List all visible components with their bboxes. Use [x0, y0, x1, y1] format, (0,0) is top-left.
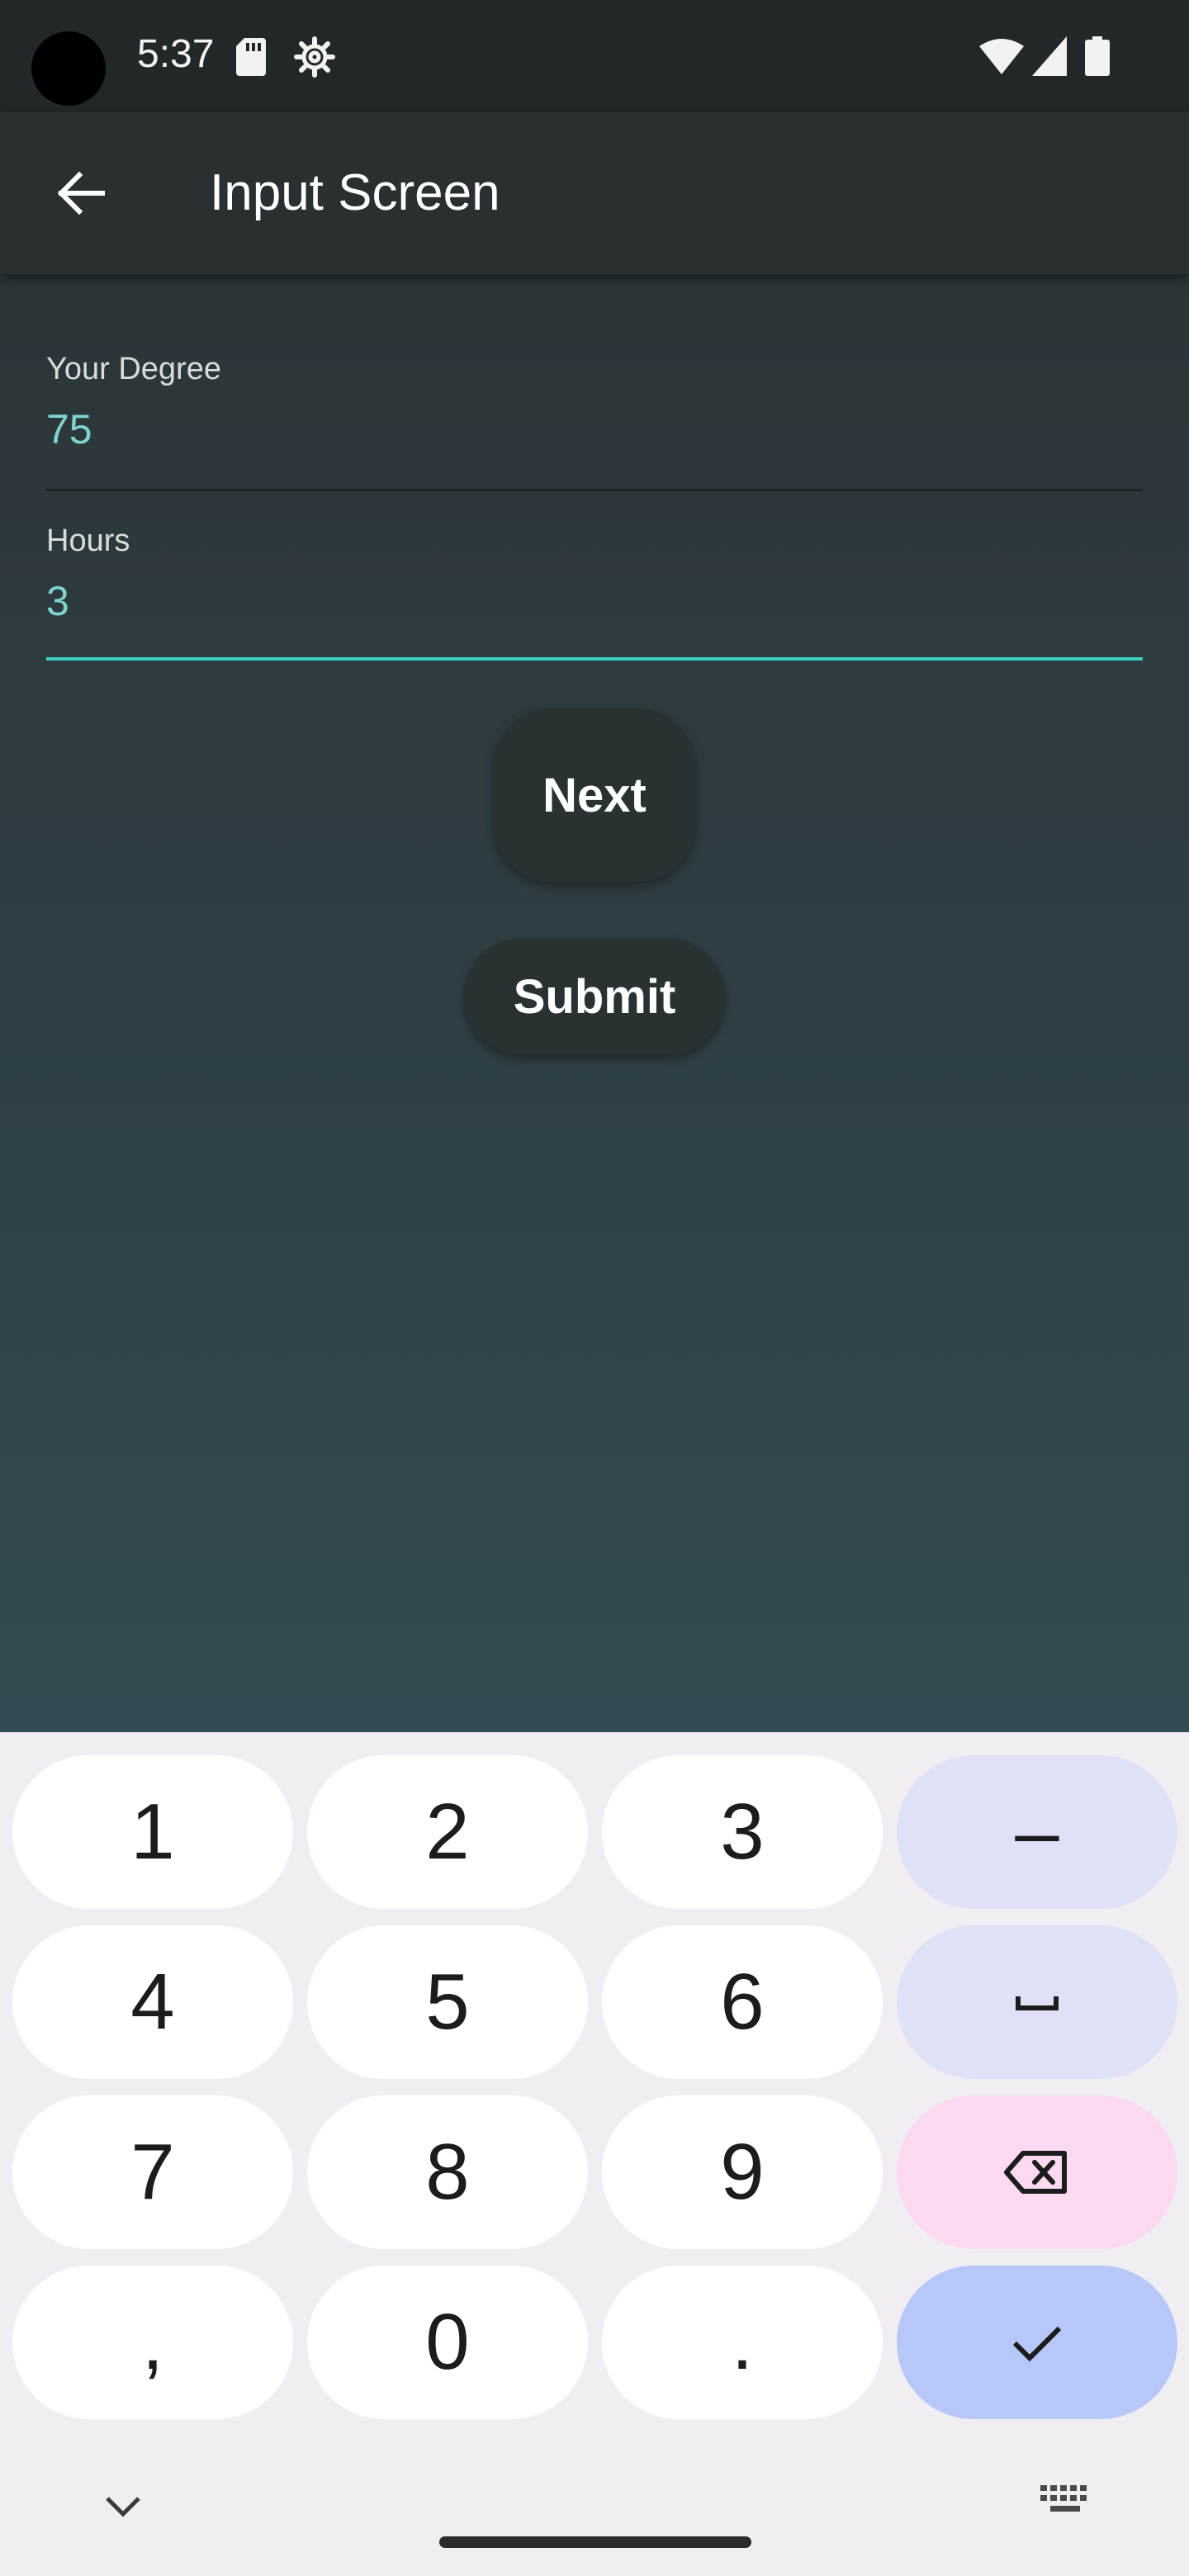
sd-card-icon	[236, 38, 266, 76]
key-comma[interactable]: ,	[12, 2266, 293, 2419]
key-1[interactable]: 1	[12, 1755, 293, 1909]
key-6[interactable]: 6	[602, 1925, 883, 2079]
cell-signal-icon	[1032, 36, 1067, 76]
key-3[interactable]: 3	[602, 1755, 883, 1909]
back-button[interactable]	[40, 152, 122, 234]
wifi-icon	[979, 39, 1024, 74]
app-bar: Input Screen	[0, 112, 1189, 274]
status-bar: 5:37	[0, 0, 1189, 112]
done-key[interactable]	[897, 2266, 1177, 2419]
key-8[interactable]: 8	[307, 2095, 588, 2249]
battery-icon	[1085, 36, 1110, 76]
key-4[interactable]: 4	[12, 1925, 293, 2079]
degree-field[interactable]: Your Degree 75	[46, 352, 1143, 492]
page-title: Input Screen	[210, 164, 500, 221]
hours-label: Hours	[46, 523, 130, 558]
key-0[interactable]: 0	[307, 2266, 588, 2419]
degree-label: Your Degree	[46, 352, 221, 386]
camera-cutout	[31, 31, 106, 106]
checkmark-icon	[1012, 2326, 1062, 2362]
hours-field[interactable]: Hours 3	[46, 523, 1143, 664]
hours-underline	[46, 657, 1143, 661]
next-button[interactable]: Next	[494, 708, 695, 882]
degree-underline	[46, 489, 1143, 491]
space-bar-icon	[1016, 1996, 1059, 2010]
space-key[interactable]	[897, 1925, 1177, 2079]
backspace-icon	[1004, 2151, 1067, 2194]
numeric-keyboard: 1 2 3 – 4 5 6 7 8 9 , 0 .	[0, 1732, 1189, 2576]
key-dash[interactable]: –	[897, 1755, 1177, 1909]
key-9[interactable]: 9	[602, 2095, 883, 2249]
degree-input[interactable]: 75	[46, 405, 1143, 453]
keyboard-icon[interactable]	[1037, 2479, 1093, 2528]
key-period[interactable]: .	[602, 2266, 883, 2419]
backspace-key[interactable]	[897, 2095, 1177, 2249]
app-screen: 5:37 Input Screen Your Degree 75 Hours 3…	[0, 0, 1189, 2576]
key-7[interactable]: 7	[12, 2095, 293, 2249]
key-5[interactable]: 5	[307, 1925, 588, 2079]
chevron-down-icon[interactable]	[97, 2480, 149, 2531]
key-2[interactable]: 2	[307, 1755, 588, 1909]
settings-gear-icon	[294, 36, 335, 78]
gesture-nav-bar[interactable]	[439, 2536, 751, 2548]
submit-button[interactable]: Submit	[464, 938, 725, 1055]
arrow-back-icon	[57, 171, 105, 215]
hours-input[interactable]: 3	[46, 577, 1143, 625]
status-time: 5:37	[137, 32, 215, 76]
